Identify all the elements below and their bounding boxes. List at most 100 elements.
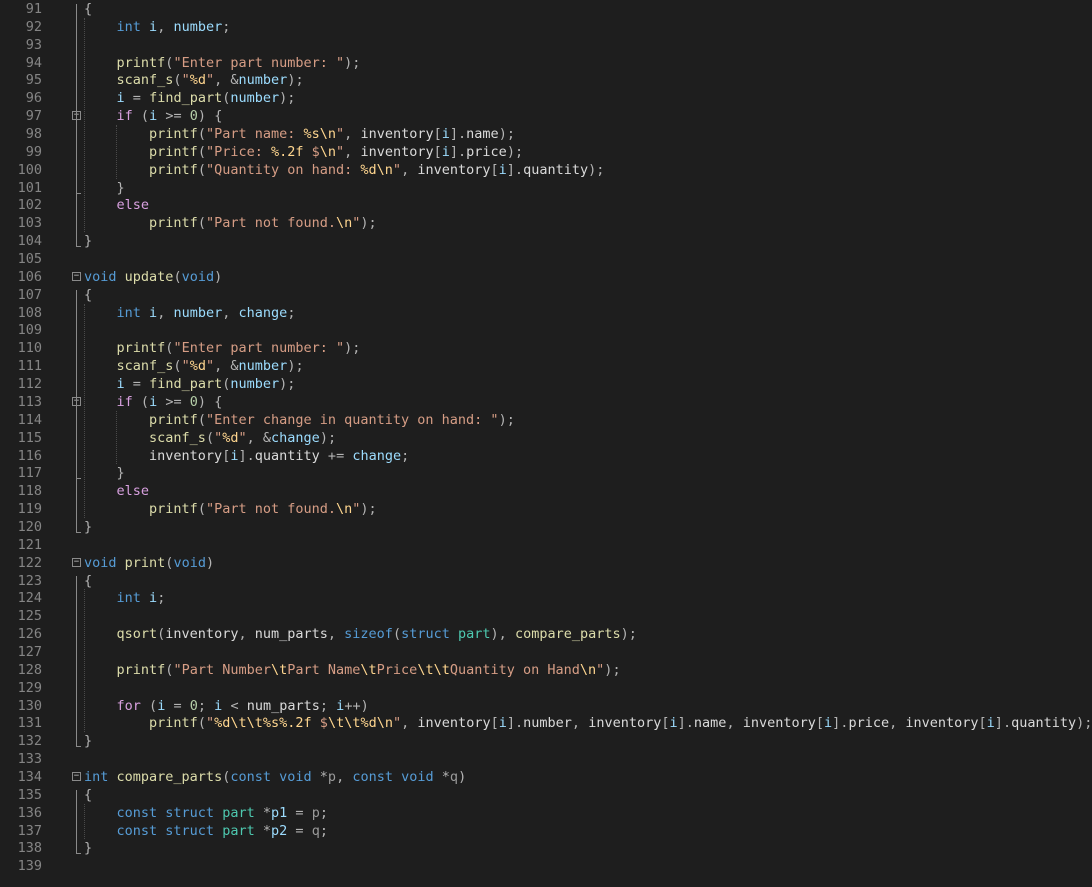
code-line[interactable]: 103 printf("Part not found.\n"); xyxy=(0,214,1092,232)
code-line[interactable]: 97− if (i >= 0) { xyxy=(0,107,1092,125)
code-line[interactable]: 108 int i, number, change; xyxy=(0,304,1092,322)
code-line[interactable]: 119 printf("Part not found.\n"); xyxy=(0,500,1092,518)
line-number: 124 xyxy=(17,590,42,607)
code-line[interactable]: 123 { xyxy=(0,572,1092,590)
code-text: printf("%d\t\t%s%.2f $\t\t%d\n", invento… xyxy=(149,715,1092,732)
fold-bracket-end xyxy=(76,746,81,748)
code-text: scanf_s("%d", &number); xyxy=(116,72,304,89)
code-line[interactable]: 96 i = find_part(number); xyxy=(0,89,1092,107)
line-number: 118 xyxy=(17,483,42,500)
line-number: 109 xyxy=(17,322,42,339)
line-number: 112 xyxy=(17,376,42,393)
code-line[interactable]: 138} xyxy=(0,839,1092,857)
code-line[interactable]: 130 for (i = 0; i < num_parts; i++) xyxy=(0,697,1092,715)
code-line[interactable]: 110 printf("Enter part number: "); xyxy=(0,339,1092,357)
code-line[interactable]: 112 i = find_part(number); xyxy=(0,375,1092,393)
line-number: 101 xyxy=(17,179,42,196)
code-line[interactable]: 125 xyxy=(0,607,1092,625)
code-text: if (i >= 0) { xyxy=(116,108,223,125)
fold-bracket-end xyxy=(76,531,81,533)
code-line[interactable]: 121 xyxy=(0,536,1092,554)
code-line[interactable]: 135 { xyxy=(0,786,1092,804)
line-number: 133 xyxy=(17,751,42,768)
line-number: 119 xyxy=(17,501,42,518)
line-number: 97 xyxy=(25,108,42,125)
fold-bracket-end xyxy=(76,853,81,855)
code-line[interactable]: 128 printf("Part Number\tPart Name\tPric… xyxy=(0,661,1092,679)
code-line[interactable]: 139 xyxy=(0,857,1092,875)
line-number: 94 xyxy=(25,54,42,71)
code-line[interactable]: 116 inventory[i].quantity += change; xyxy=(0,447,1092,465)
code-line[interactable]: 113− if (i >= 0) { xyxy=(0,393,1092,411)
fold-bracket xyxy=(76,575,77,747)
code-text: printf("Part not found.\n"); xyxy=(149,501,377,518)
code-line[interactable]: 122 − void print(void) xyxy=(0,554,1092,572)
code-line[interactable]: 117 } xyxy=(0,464,1092,482)
code-line[interactable]: 134 − int compare_parts(const void *p, con… xyxy=(0,768,1092,786)
code-line[interactable]: 133 xyxy=(0,750,1092,768)
code-text: scanf_s("%d", &change); xyxy=(149,429,337,446)
indent-guide xyxy=(84,17,85,233)
code-line[interactable]: 99 printf("Price: %.2f $\n", inventory[i… xyxy=(0,143,1092,161)
code-line[interactable]: 94 printf("Enter part number: "); xyxy=(0,54,1092,72)
code-text: printf("Price: %.2f $\n", inventory[i].p… xyxy=(149,143,524,160)
line-number: 139 xyxy=(17,858,42,875)
line-number: 106 xyxy=(17,268,42,285)
line-number: 100 xyxy=(17,161,42,178)
code-line[interactable]: 129 xyxy=(0,679,1092,697)
code-text: i = find_part(number); xyxy=(116,376,296,393)
code-line[interactable]: 106 − void update(void) xyxy=(0,268,1092,286)
code-line[interactable]: 104} xyxy=(0,232,1092,250)
code-text: scanf_s("%d", &number); xyxy=(116,358,304,375)
collapse-minus-icon[interactable]: − xyxy=(72,771,81,781)
line-number: 121 xyxy=(17,536,42,553)
code-text: void print(void) xyxy=(84,554,215,571)
code-line[interactable]: 100 printf("Quantity on hand: %d\n", inv… xyxy=(0,161,1092,179)
code-line[interactable]: 105 xyxy=(0,250,1092,268)
code-line[interactable]: 131 printf("%d\t\t%s%.2f $\t\t%d\n", inv… xyxy=(0,714,1092,732)
line-number: 93 xyxy=(25,36,42,53)
code-text: inventory[i].quantity += change; xyxy=(149,447,410,464)
code-line[interactable]: 92 int i, number; xyxy=(0,18,1092,36)
collapse-minus-icon[interactable]: − xyxy=(72,557,81,567)
code-line[interactable]: 137 const struct part *p2 = q; xyxy=(0,822,1092,840)
code-text: printf("Part not found.\n"); xyxy=(149,215,377,232)
code-text: printf("Part name: %s\n", inventory[i].n… xyxy=(149,126,515,143)
line-number: 128 xyxy=(17,661,42,678)
line-number: 123 xyxy=(17,572,42,589)
code-line[interactable]: 109 xyxy=(0,321,1092,339)
line-number: 110 xyxy=(17,340,42,357)
code-text: printf("Quantity on hand: %d\n", invento… xyxy=(149,161,605,178)
code-text: { xyxy=(84,786,93,803)
code-line[interactable]: 118 else xyxy=(0,482,1092,500)
code-editor[interactable]: 91{92 int i, number; 93 94 printf("Enter p… xyxy=(0,0,1092,887)
code-text: } xyxy=(116,179,125,196)
code-text: int i, number, change; xyxy=(116,304,296,321)
code-line[interactable]: 91 { xyxy=(0,0,1092,18)
code-line[interactable]: 136 const struct part *p1 = p; xyxy=(0,804,1092,822)
code-text: qsort(inventory, num_parts, sizeof(struc… xyxy=(116,626,637,643)
line-number: 138 xyxy=(17,840,42,857)
code-line[interactable]: 132} xyxy=(0,732,1092,750)
code-line[interactable]: 127 xyxy=(0,643,1092,661)
line-number: 130 xyxy=(17,697,42,714)
code-line[interactable]: 120} xyxy=(0,518,1092,536)
line-number: 114 xyxy=(17,411,42,428)
code-line[interactable]: 114 printf("Enter change in quantity on … xyxy=(0,411,1092,429)
code-line[interactable]: 101 } xyxy=(0,179,1092,197)
code-line[interactable]: 124 int i; xyxy=(0,589,1092,607)
code-text: } xyxy=(84,518,93,535)
code-line[interactable]: 107 { xyxy=(0,286,1092,304)
line-number: 103 xyxy=(17,215,42,232)
code-line[interactable]: 102 else xyxy=(0,196,1092,214)
code-line[interactable]: 93 xyxy=(0,36,1092,54)
code-text: int i; xyxy=(116,590,166,607)
code-line[interactable]: 98 printf("Part name: %s\n", inventory[i… xyxy=(0,125,1092,143)
line-number: 137 xyxy=(17,822,42,839)
code-line[interactable]: 126 qsort(inventory, num_parts, sizeof(s… xyxy=(0,625,1092,643)
collapse-minus-icon[interactable]: − xyxy=(72,271,81,281)
code-line[interactable]: 111 scanf_s("%d", &number); xyxy=(0,357,1092,375)
fold-bracket-end xyxy=(76,192,81,194)
code-line[interactable]: 95 scanf_s("%d", &number); xyxy=(0,71,1092,89)
code-line[interactable]: 115 scanf_s("%d", &change); xyxy=(0,429,1092,447)
